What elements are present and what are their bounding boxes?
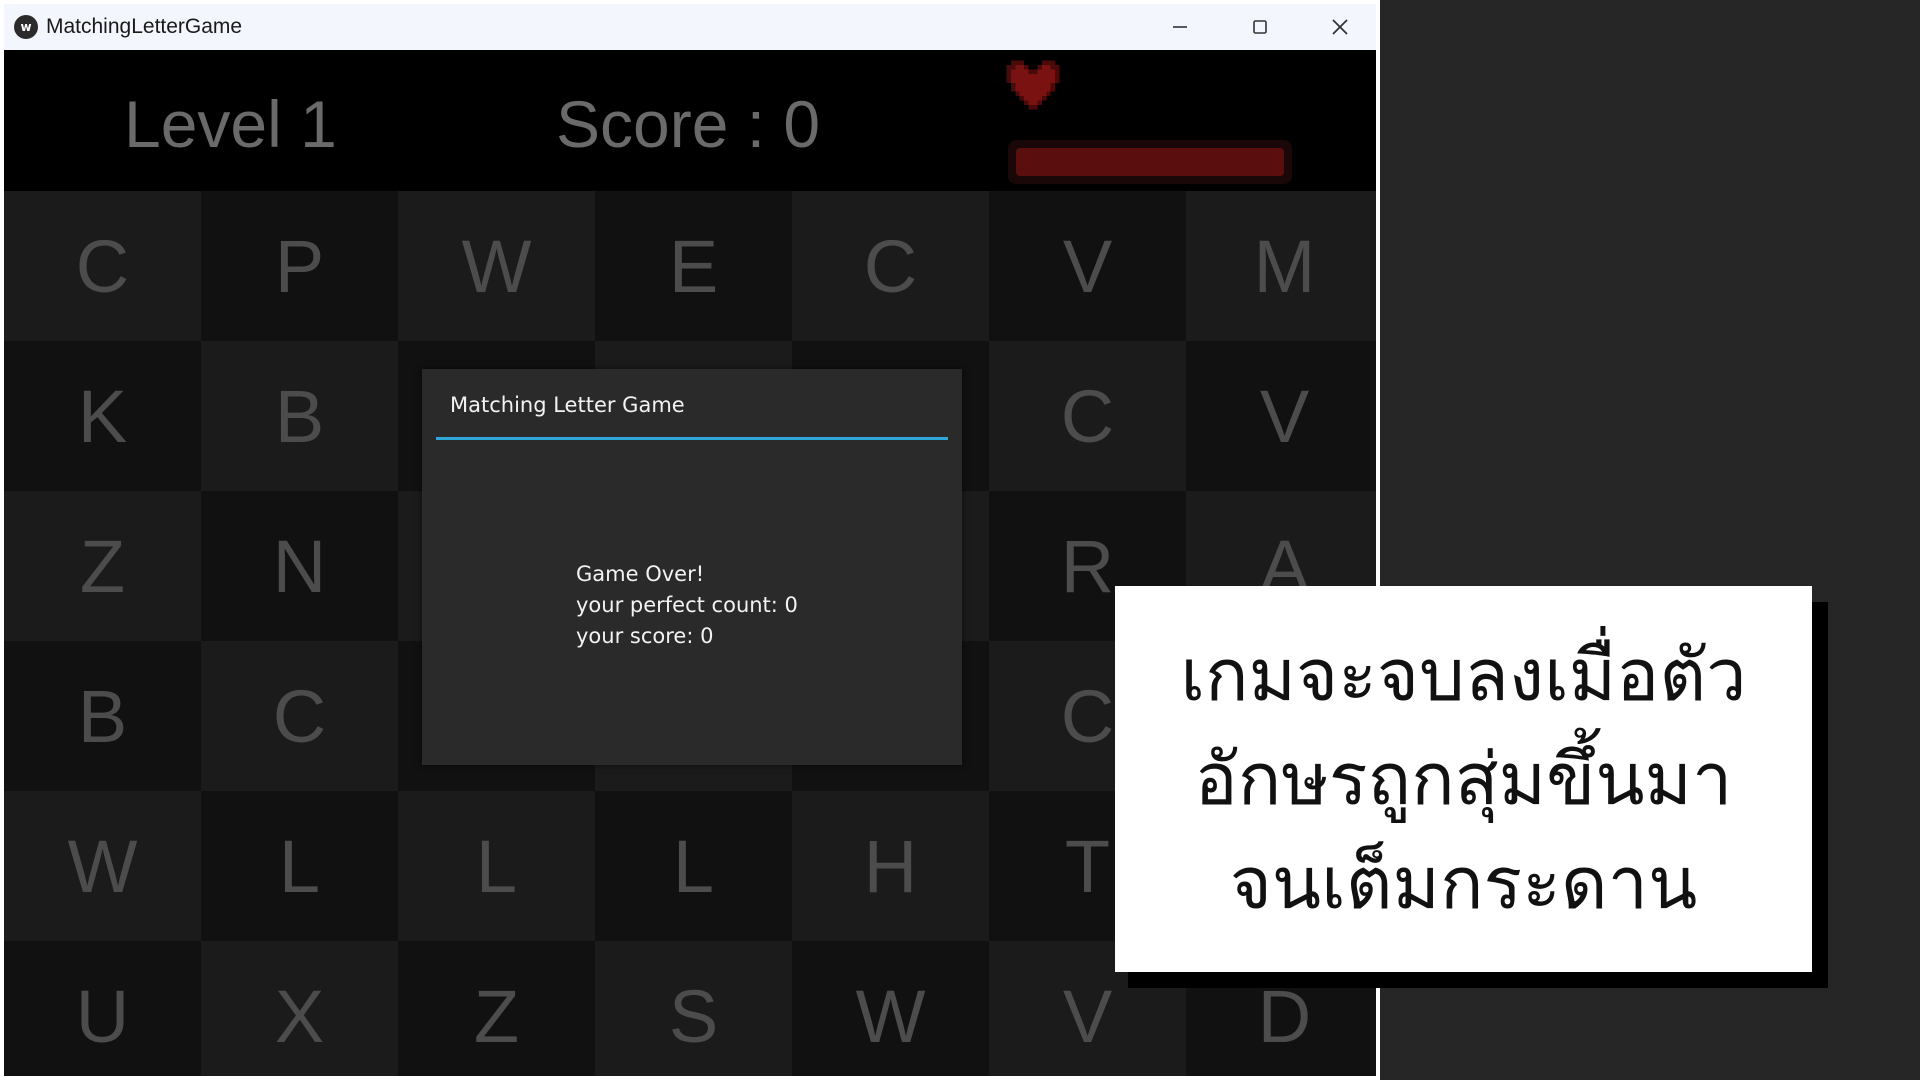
letter-tile[interactable]: W [4, 791, 201, 941]
window-title: MatchingLetterGame [46, 15, 243, 38]
letter-tile[interactable]: C [989, 341, 1186, 491]
caption-line: จนเต็มกระดาน [1229, 841, 1698, 925]
window-titlebar[interactable]: w MatchingLetterGame [4, 4, 1376, 50]
letter-tile[interactable]: L [595, 791, 792, 941]
app-logo-icon: w [14, 15, 38, 39]
game-over-text: Game Over! [576, 562, 705, 586]
slide: w MatchingLetterGame Level 1 Score: 0 C… [0, 0, 1920, 1080]
letter-tile[interactable]: N [201, 491, 398, 641]
letter-tile[interactable]: M [1186, 191, 1376, 341]
health-bar [1008, 140, 1292, 184]
letter-tile[interactable]: H [792, 791, 989, 941]
game-over-dialog: Matching Letter Game Game Over! your per… [422, 369, 962, 765]
letter-tile[interactable]: S [595, 941, 792, 1076]
letter-tile[interactable]: K [4, 341, 201, 491]
letter-tile[interactable]: X [201, 941, 398, 1076]
letter-tile[interactable]: L [398, 791, 595, 941]
letter-tile[interactable]: C [792, 191, 989, 341]
heart-icon [1006, 60, 1060, 110]
letter-tile[interactable]: W [792, 941, 989, 1076]
letter-tile[interactable]: Z [4, 491, 201, 641]
dialog-title: Matching Letter Game [450, 393, 685, 417]
health-bar-fill [1016, 148, 1284, 176]
minimize-icon [1173, 26, 1187, 28]
letter-tile[interactable]: C [4, 191, 201, 341]
close-icon [1332, 19, 1348, 35]
dialog-title-divider [436, 437, 948, 440]
letter-tile[interactable]: W [398, 191, 595, 341]
letter-tile[interactable]: Z [398, 941, 595, 1076]
letter-tile[interactable]: C [201, 641, 398, 791]
caption-line: เกมจะจบลงเมื่อตัว [1180, 633, 1747, 717]
perfect-count-text: your perfect count: 0 [576, 593, 798, 617]
letter-tile[interactable]: L [201, 791, 398, 941]
letter-tile[interactable]: B [4, 641, 201, 791]
letter-tile[interactable]: B [201, 341, 398, 491]
score-label: Score : 0 [556, 87, 821, 161]
letter-tile[interactable]: V [1186, 341, 1376, 491]
letter-tile[interactable]: P [201, 191, 398, 341]
maximize-icon [1253, 20, 1267, 34]
final-score-text: your score: 0 [576, 624, 714, 648]
dialog-message: Game Over! your perfect count: 0 your sc… [576, 559, 798, 652]
close-button[interactable] [1300, 4, 1376, 50]
caption-line: อักษรถูกสุ่มขึ้นมา [1194, 737, 1733, 821]
maximize-button[interactable] [1220, 4, 1300, 50]
caption-box: เกมจะจบลงเมื่อตัว อักษรถูกสุ่มขึ้นมา จนเ… [1115, 586, 1812, 972]
letter-tile[interactable]: U [4, 941, 201, 1076]
level-label: Level 1 [124, 87, 337, 161]
letter-tile[interactable]: E [595, 191, 792, 341]
minimize-button[interactable] [1140, 4, 1220, 50]
letter-tile[interactable]: V [989, 191, 1186, 341]
hud: Level 1 Score : 0 [4, 50, 1376, 190]
